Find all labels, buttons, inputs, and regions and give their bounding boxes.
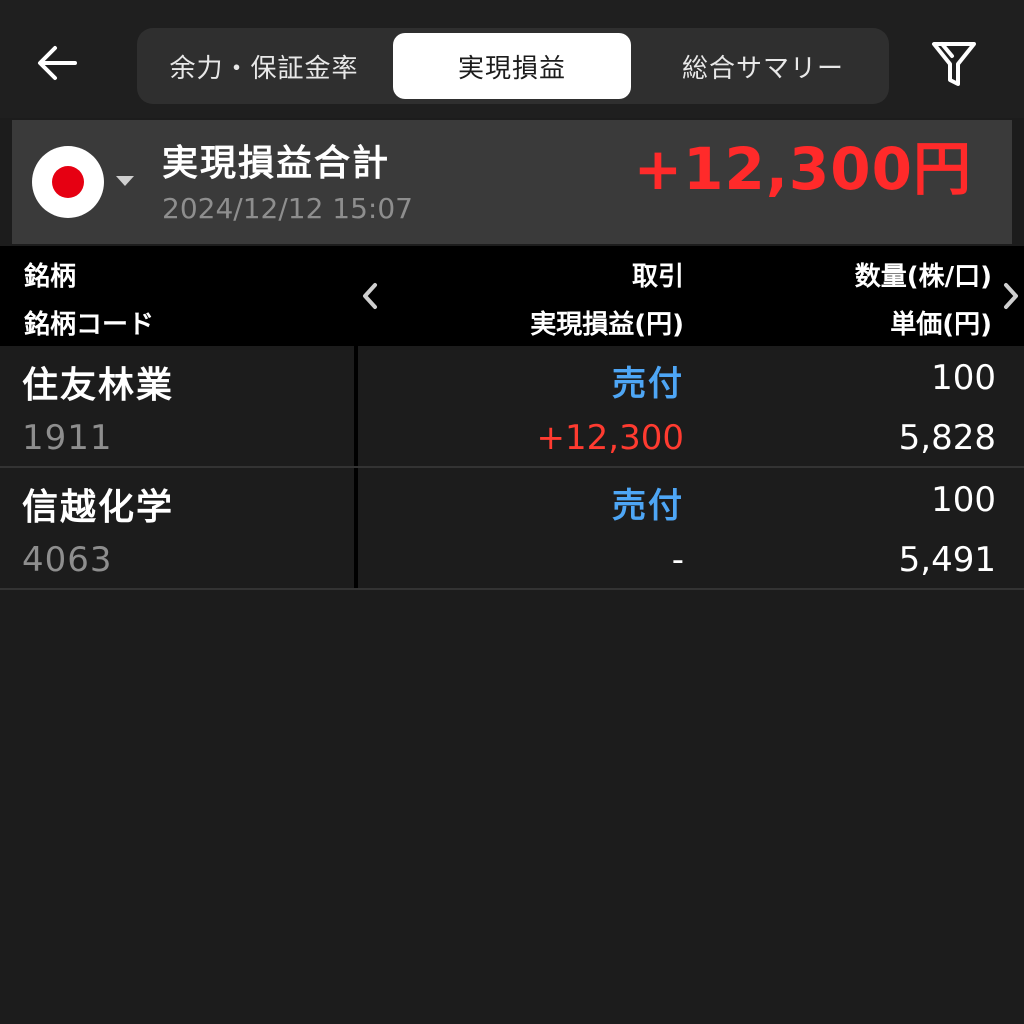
tab-summary[interactable]: 総合サマリー <box>637 28 889 104</box>
summary-date: 2024/12/12 15:07 <box>162 192 413 225</box>
tab-margin-rate[interactable]: 余力・保証金率 <box>137 28 391 104</box>
stock-name: 信越化学 <box>22 487 175 528</box>
prev-columns-button[interactable] <box>356 276 384 316</box>
top-bar: 余力・保証金率 実現損益 総合サマリー <box>0 0 1024 118</box>
unit-price-value: 5,491 <box>898 540 996 580</box>
unit-price-value: 5,828 <box>898 418 996 458</box>
filter-icon <box>932 42 976 86</box>
trade-list: 住友林業 1911 売付 +12,300 100 5,828 信越化学 4063… <box>0 346 1024 590</box>
chevron-left-icon <box>363 283 377 309</box>
stock-name: 住友林業 <box>22 365 175 406</box>
column-trade: 取引 <box>631 262 684 292</box>
realized-pl-value: - <box>671 540 684 580</box>
stock-code: 1911 <box>22 418 113 458</box>
caret-down-icon <box>116 176 134 186</box>
quantity-value: 100 <box>931 480 996 520</box>
column-header: 銘柄 銘柄コード 取引 実現損益(円) 数量(株/口) 単価(円) <box>0 246 1024 346</box>
column-realized-pl: 実現損益(円) <box>530 310 684 340</box>
summary-total: +12,300円 <box>633 135 972 203</box>
trade-type: 売付 <box>612 486 684 526</box>
chevron-right-icon <box>1004 283 1018 309</box>
realized-pl-summary: 実現損益合計 2024/12/12 15:07 +12,300円 <box>12 120 1012 244</box>
table-row[interactable]: 住友林業 1911 売付 +12,300 100 5,828 <box>0 346 1024 468</box>
column-quantity: 数量(株/口) <box>854 262 992 292</box>
column-unit-price: 単価(円) <box>890 310 992 340</box>
back-button[interactable] <box>28 34 86 92</box>
quantity-value: 100 <box>931 358 996 398</box>
filter-button[interactable] <box>926 36 982 94</box>
trade-type: 売付 <box>612 364 684 404</box>
japan-flag-icon <box>32 146 104 218</box>
next-columns-button[interactable] <box>998 276 1024 316</box>
realized-pl-value: +12,300 <box>536 418 684 458</box>
column-code: 銘柄コード <box>24 310 155 340</box>
arrow-left-icon <box>38 46 77 80</box>
market-selector[interactable] <box>32 146 144 218</box>
column-name: 銘柄 <box>24 262 77 292</box>
table-row[interactable]: 信越化学 4063 売付 - 100 5,491 <box>0 468 1024 590</box>
tab-realized-pl[interactable]: 実現損益 <box>393 33 631 99</box>
summary-title: 実現損益合計 <box>162 143 391 184</box>
stock-code: 4063 <box>22 540 113 580</box>
realized-pl-screen: 余力・保証金率 実現損益 総合サマリー 実現損益合計 2024/12/12 15… <box>0 0 1024 1024</box>
tab-segment-control: 余力・保証金率 実現損益 総合サマリー <box>137 28 889 104</box>
